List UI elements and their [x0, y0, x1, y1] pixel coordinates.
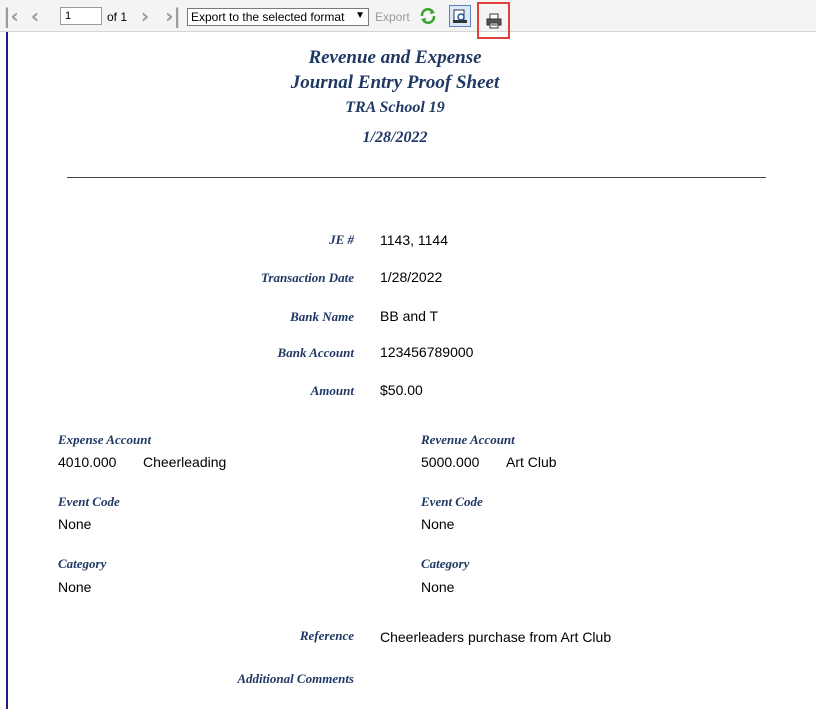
previous-page-icon: ‹ [30, 4, 40, 28]
bank-name-value: BB and T [380, 308, 439, 324]
je-value: 1143, 1144 [380, 232, 448, 248]
print-button-highlight [477, 2, 510, 39]
last-page-button[interactable]: ›| [162, 0, 184, 32]
refresh-icon[interactable] [419, 7, 437, 25]
first-page-icon: |‹ [3, 4, 19, 28]
print-button[interactable] [483, 10, 505, 32]
revenue-account-name: Art Club [506, 454, 557, 470]
reference-label: Reference [299, 628, 354, 643]
amount-value: $50.00 [380, 382, 423, 398]
je-label: JE # [329, 232, 354, 247]
expense-event-code-label: Event Code [58, 494, 120, 509]
bank-account-label: Bank Account [277, 345, 354, 360]
transaction-date-value: 1/28/2022 [380, 269, 443, 285]
revenue-account-number: 5000.000 [421, 454, 480, 470]
previous-page-button[interactable]: ‹ [24, 0, 46, 32]
export-link[interactable]: Export [375, 10, 410, 24]
next-page-button[interactable]: › [134, 0, 156, 32]
expense-category-label: Category [58, 556, 107, 571]
bank-account-value: 123456789000 [380, 344, 474, 360]
report-date: 1/28/2022 [362, 129, 428, 146]
amount-label: Amount [310, 383, 354, 398]
print-layout-button[interactable] [449, 5, 471, 27]
export-format-select[interactable]: Export to the selected format ▼ [187, 8, 369, 26]
additional-comments-label: Additional Comments [237, 671, 354, 686]
page-layout-icon [453, 9, 467, 23]
school-name: TRA School 19 [345, 99, 445, 116]
bank-name-label: Bank Name [290, 309, 354, 324]
expense-category-value: None [58, 579, 92, 595]
revenue-event-code-label: Event Code [421, 494, 483, 509]
last-page-icon: ›| [165, 4, 181, 28]
next-page-icon: › [140, 4, 150, 28]
reference-value: Cheerleaders purchase from Art Club [380, 629, 612, 645]
page-number-input[interactable] [60, 7, 102, 25]
report-viewer-toolbar: |‹ ‹ of 1 › ›| Export to the selected fo… [0, 0, 816, 39]
report-title: Revenue and Expense [308, 47, 482, 68]
expense-account-name: Cheerleading [143, 454, 227, 470]
chevron-down-icon: ▼ [355, 10, 365, 21]
header-divider [67, 177, 766, 178]
revenue-event-code-value: None [421, 516, 455, 532]
page-count-label: of 1 [107, 10, 128, 24]
revenue-category-value: None [421, 579, 455, 595]
printer-icon [486, 13, 501, 28]
revenue-account-label: Revenue Account [421, 432, 515, 447]
first-page-button[interactable]: |‹ [0, 0, 22, 32]
expense-account-label: Expense Account [58, 432, 152, 447]
revenue-category-label: Category [421, 556, 470, 571]
transaction-date-label: Transaction Date [260, 270, 354, 285]
expense-event-code-value: None [58, 516, 92, 532]
export-format-value: Export to the selected format [191, 10, 345, 24]
report-subtitle: Journal Entry Proof Sheet [290, 72, 500, 93]
expense-account-number: 4010.000 [58, 454, 117, 470]
